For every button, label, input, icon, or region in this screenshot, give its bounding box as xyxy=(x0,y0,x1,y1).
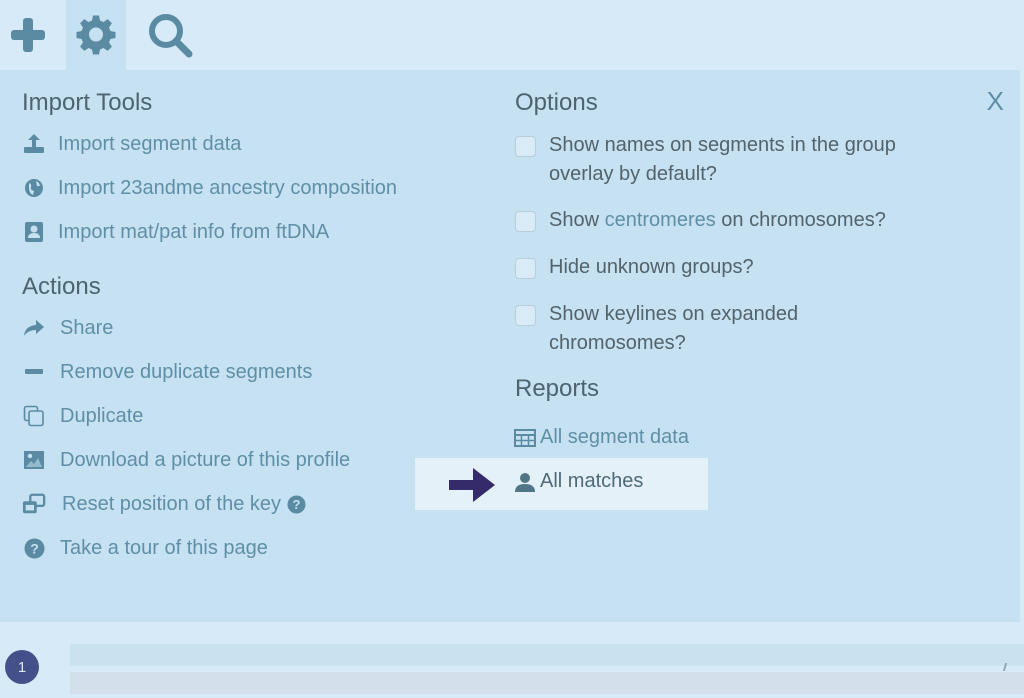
show-keylines-checkbox[interactable] xyxy=(515,305,536,326)
windows-icon xyxy=(22,492,46,516)
globe-icon xyxy=(22,176,46,200)
left-column: Import Tools Import segment data Import … xyxy=(22,88,462,570)
close-button[interactable]: X xyxy=(987,86,1004,116)
search-icon xyxy=(149,14,193,58)
image-icon xyxy=(22,448,46,472)
options-heading: Options xyxy=(515,89,598,116)
settings-panel: X Import Tools Import segment data Impor… xyxy=(0,70,1020,622)
reports-heading: Reports xyxy=(515,375,600,402)
search-button[interactable] xyxy=(140,0,200,70)
settings-button[interactable] xyxy=(66,0,126,70)
right-column: Options Show names on segments in the gr… xyxy=(515,88,975,404)
copy-icon xyxy=(22,404,46,428)
all-segment-data-link[interactable]: All segment data xyxy=(514,426,689,449)
show-names-checkbox[interactable] xyxy=(515,136,536,157)
contact-book-icon xyxy=(22,220,46,244)
toolbar xyxy=(0,0,1024,70)
import-tools-heading: Import Tools xyxy=(22,89,153,116)
chromosome-bar xyxy=(70,672,1024,694)
all-matches-link[interactable]: All matches xyxy=(514,470,643,493)
share-link[interactable]: Share xyxy=(22,306,462,350)
option-show-names[interactable]: Show names on segments in the group overl… xyxy=(515,131,975,189)
remove-duplicates-link[interactable]: Remove duplicate segments xyxy=(22,350,462,394)
import-23andme-link[interactable]: Import 23andme ancestry composition xyxy=(22,166,462,210)
actions-heading: Actions xyxy=(22,273,101,300)
pointer-arrow-icon xyxy=(449,468,495,502)
reset-key-position-link[interactable]: Reset position of the key ? xyxy=(22,482,462,526)
import-ftdna-link[interactable]: Import mat/pat info from ftDNA xyxy=(22,210,462,254)
download-picture-link[interactable]: Download a picture of this profile xyxy=(22,438,462,482)
show-centromeres-checkbox[interactable] xyxy=(515,211,536,232)
add-button[interactable] xyxy=(0,0,55,70)
take-tour-link[interactable]: ? Take a tour of this page xyxy=(22,526,462,570)
minus-icon xyxy=(22,360,46,384)
plus-icon xyxy=(10,18,45,52)
chromosome-bar xyxy=(70,644,1024,666)
question-circle-icon: ? xyxy=(22,536,46,560)
svg-text:?: ? xyxy=(30,540,39,556)
import-segment-data-link[interactable]: Import segment data xyxy=(22,122,462,166)
option-show-centromeres[interactable]: Show centromeres on chromosomes? xyxy=(515,206,975,235)
option-show-keylines[interactable]: Show keylines on expanded chromosomes? xyxy=(515,300,975,358)
help-icon[interactable]: ? xyxy=(287,495,306,514)
svg-text:?: ? xyxy=(293,497,301,512)
step-badge[interactable]: 1 xyxy=(5,650,39,684)
centromeres-link[interactable]: centromeres xyxy=(605,209,716,231)
share-icon xyxy=(22,316,46,340)
user-icon xyxy=(514,472,536,492)
upload-icon xyxy=(22,132,46,156)
duplicate-link[interactable]: Duplicate xyxy=(22,394,462,438)
resize-handle-icon[interactable]: // xyxy=(1003,662,1007,674)
gear-icon xyxy=(76,15,116,55)
option-hide-unknown[interactable]: Hide unknown groups? xyxy=(515,253,975,282)
hide-unknown-checkbox[interactable] xyxy=(515,258,536,279)
table-icon xyxy=(514,428,536,447)
